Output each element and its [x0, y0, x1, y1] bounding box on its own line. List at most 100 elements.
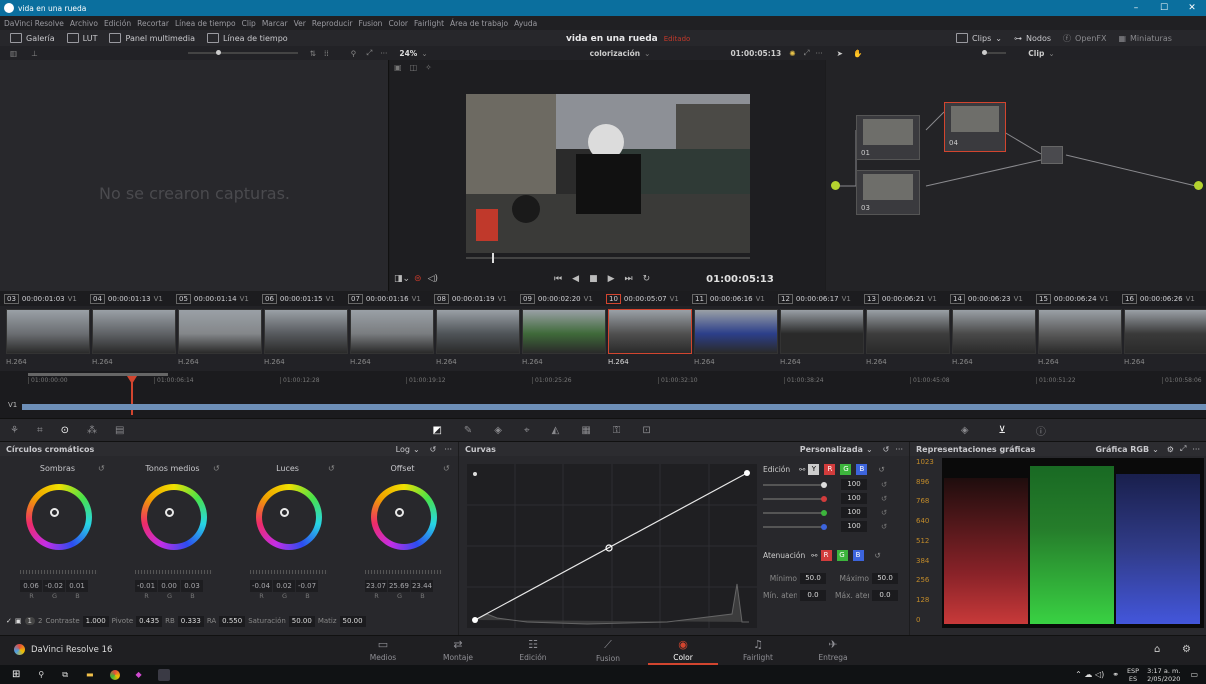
reset-icon[interactable]: ↺ — [883, 445, 890, 454]
channel-r-button[interactable]: R — [824, 464, 836, 475]
list-view-icon[interactable]: ⇅ — [310, 49, 316, 58]
magic-icon[interactable]: ✧ — [425, 63, 432, 72]
wheel-value[interactable]: 0.01 — [66, 580, 88, 592]
window-icon[interactable]: ◈ — [494, 425, 502, 436]
clips-button[interactable]: Clips ⌄ — [950, 33, 1008, 43]
wheels-mode-select[interactable]: Log — [396, 445, 410, 454]
blur-icon[interactable]: ▦ — [581, 425, 590, 436]
intensity-slider[interactable] — [763, 523, 827, 530]
gallery-button[interactable]: Galería — [4, 33, 61, 43]
notifications-icon[interactable]: ▭ — [1190, 670, 1198, 679]
soft-r-button[interactable]: R — [820, 550, 832, 561]
thumbnails-button[interactable]: ▦ Miniaturas — [1112, 34, 1177, 43]
page-tab-entrega[interactable]: ✈ Entrega — [798, 638, 868, 662]
page-tab-edición[interactable]: ☷ Edición — [498, 638, 568, 662]
clip-thumbnail[interactable] — [522, 309, 606, 354]
channel-b-button[interactable]: B — [856, 464, 868, 475]
wheel-value[interactable]: 0.06 — [20, 580, 42, 592]
page-tab-fairlight[interactable]: ♫ Fairlight — [723, 638, 793, 662]
clip-thumbnail[interactable] — [178, 309, 262, 354]
openfx-button[interactable]: ⓕ OpenFX — [1057, 33, 1112, 44]
split-view-icon[interactable]: ◫ — [410, 63, 418, 72]
node-04[interactable]: 04 — [944, 102, 1006, 152]
master-wheel-slider[interactable] — [20, 570, 98, 574]
reset-icon[interactable]: ↺ — [328, 464, 335, 473]
master-wheel-slider[interactable] — [250, 570, 328, 574]
wheel-value[interactable]: 0.00 — [158, 580, 180, 592]
more-icon[interactable]: ··· — [895, 445, 903, 454]
resolve-taskbar-icon[interactable] — [157, 668, 170, 681]
wheel-value[interactable]: 23.44 — [411, 580, 433, 592]
ra-value[interactable]: 0.550 — [219, 615, 246, 627]
network-icon[interactable]: ⚭ — [1112, 670, 1119, 679]
more-icon[interactable]: ··· — [816, 49, 823, 58]
menu-item-edicion[interactable]: Edición — [104, 19, 131, 28]
keyframes-icon[interactable]: ◈ — [961, 425, 969, 436]
viewer-timecode-top[interactable]: 01:00:05:13 — [730, 49, 781, 58]
clip-thumbnail[interactable] — [780, 309, 864, 354]
hand-icon[interactable]: ✋ — [853, 49, 862, 58]
scopes-toggle-icon[interactable]: ⊻ — [999, 425, 1006, 436]
color-picker-icon[interactable]: ✺ — [789, 49, 795, 58]
file-explorer-icon[interactable]: ▬ — [86, 670, 94, 679]
page-2-button[interactable]: 2 — [38, 617, 42, 625]
menu-item-fusion[interactable]: Fusion — [358, 19, 382, 28]
more-icon[interactable]: ··· — [444, 445, 452, 454]
clip-header[interactable]: 03 00:00:01:03 V1 — [4, 294, 90, 304]
wheel-value[interactable]: -0.07 — [296, 580, 318, 592]
mixer-node[interactable] — [1041, 146, 1063, 164]
audio-icon[interactable]: ◁) — [428, 274, 438, 284]
wheel-tool-icon[interactable]: ✓ — [6, 617, 12, 625]
sizing-icon[interactable]: ⊡ — [642, 425, 650, 436]
color-wheel[interactable] — [371, 484, 437, 550]
wheel-value[interactable]: 25.69 — [388, 580, 410, 592]
clip-thumbnail[interactable] — [1124, 309, 1206, 354]
track-v1[interactable] — [22, 404, 1206, 410]
magic-mask-icon[interactable]: ◭ — [552, 425, 560, 436]
reset-icon[interactable]: ↺ — [443, 464, 450, 473]
page-tab-fusion[interactable]: ⟋ Fusion — [573, 638, 643, 663]
curve-graph[interactable] — [467, 464, 757, 628]
video-frame[interactable] — [466, 94, 750, 253]
scope-settings-icon[interactable]: ⚙ — [1167, 445, 1174, 454]
color-match-icon[interactable]: ⌗ — [37, 425, 43, 436]
viewer-mode-select[interactable]: colorización — [590, 49, 641, 58]
node-slider[interactable] — [982, 50, 1007, 55]
panel-toggle-icon[interactable]: ▥ — [10, 49, 17, 58]
master-wheel-slider[interactable] — [135, 570, 213, 574]
page-tab-color[interactable]: ◉ Color — [648, 638, 718, 665]
clip-header[interactable]: 08 00:00:01:19 V1 — [434, 294, 520, 304]
intensity-slider[interactable] — [763, 495, 827, 502]
clip-thumbnail[interactable] — [350, 309, 434, 354]
more-icon[interactable]: ··· — [1192, 445, 1200, 454]
gallery-slider[interactable] — [187, 50, 298, 55]
menu-item-color[interactable]: Color — [388, 19, 408, 28]
wheel-value[interactable]: -0.01 — [135, 580, 157, 592]
menu-item-fairlight[interactable]: Fairlight — [414, 19, 444, 28]
minimize-button[interactable]: – — [1122, 3, 1150, 13]
clip-thumbnail[interactable] — [694, 309, 778, 354]
intensity-value[interactable]: 100 — [841, 507, 867, 518]
reset-icon[interactable]: ↺ — [881, 522, 887, 531]
menu-item-reproducir[interactable]: Reproducir — [312, 19, 353, 28]
go-to-start-button[interactable]: ⏮ — [554, 274, 562, 284]
intensity-slider[interactable] — [763, 509, 827, 516]
wheel-value[interactable]: 0.02 — [273, 580, 295, 592]
max-value[interactable]: 50.0 — [872, 573, 898, 584]
home-icon[interactable]: ⌂ — [1154, 644, 1160, 655]
intensity-value[interactable]: 100 — [841, 479, 867, 490]
clip-thumbnail[interactable] — [92, 309, 176, 354]
curves-tool-icon[interactable]: ◩ — [432, 425, 441, 436]
clip-thumbnail[interactable] — [264, 309, 348, 354]
color-wheel[interactable] — [141, 484, 207, 550]
node-01[interactable]: 01 — [856, 115, 920, 160]
reset-icon[interactable]: ↺ — [875, 551, 881, 560]
playhead-scrubber[interactable] — [466, 253, 750, 263]
play-button[interactable]: ▶ — [608, 274, 615, 284]
scopes-mode-select[interactable]: Gráfica RGB — [1095, 445, 1149, 454]
app-icon[interactable]: ◆ — [136, 670, 142, 679]
chrome-icon[interactable] — [109, 669, 120, 680]
menu-item-davinci[interactable]: DaVinci Resolve — [4, 19, 64, 28]
settings-icon[interactable]: ⚙ — [1182, 644, 1191, 655]
page-tab-montaje[interactable]: ⇄ Montaje — [423, 638, 493, 662]
